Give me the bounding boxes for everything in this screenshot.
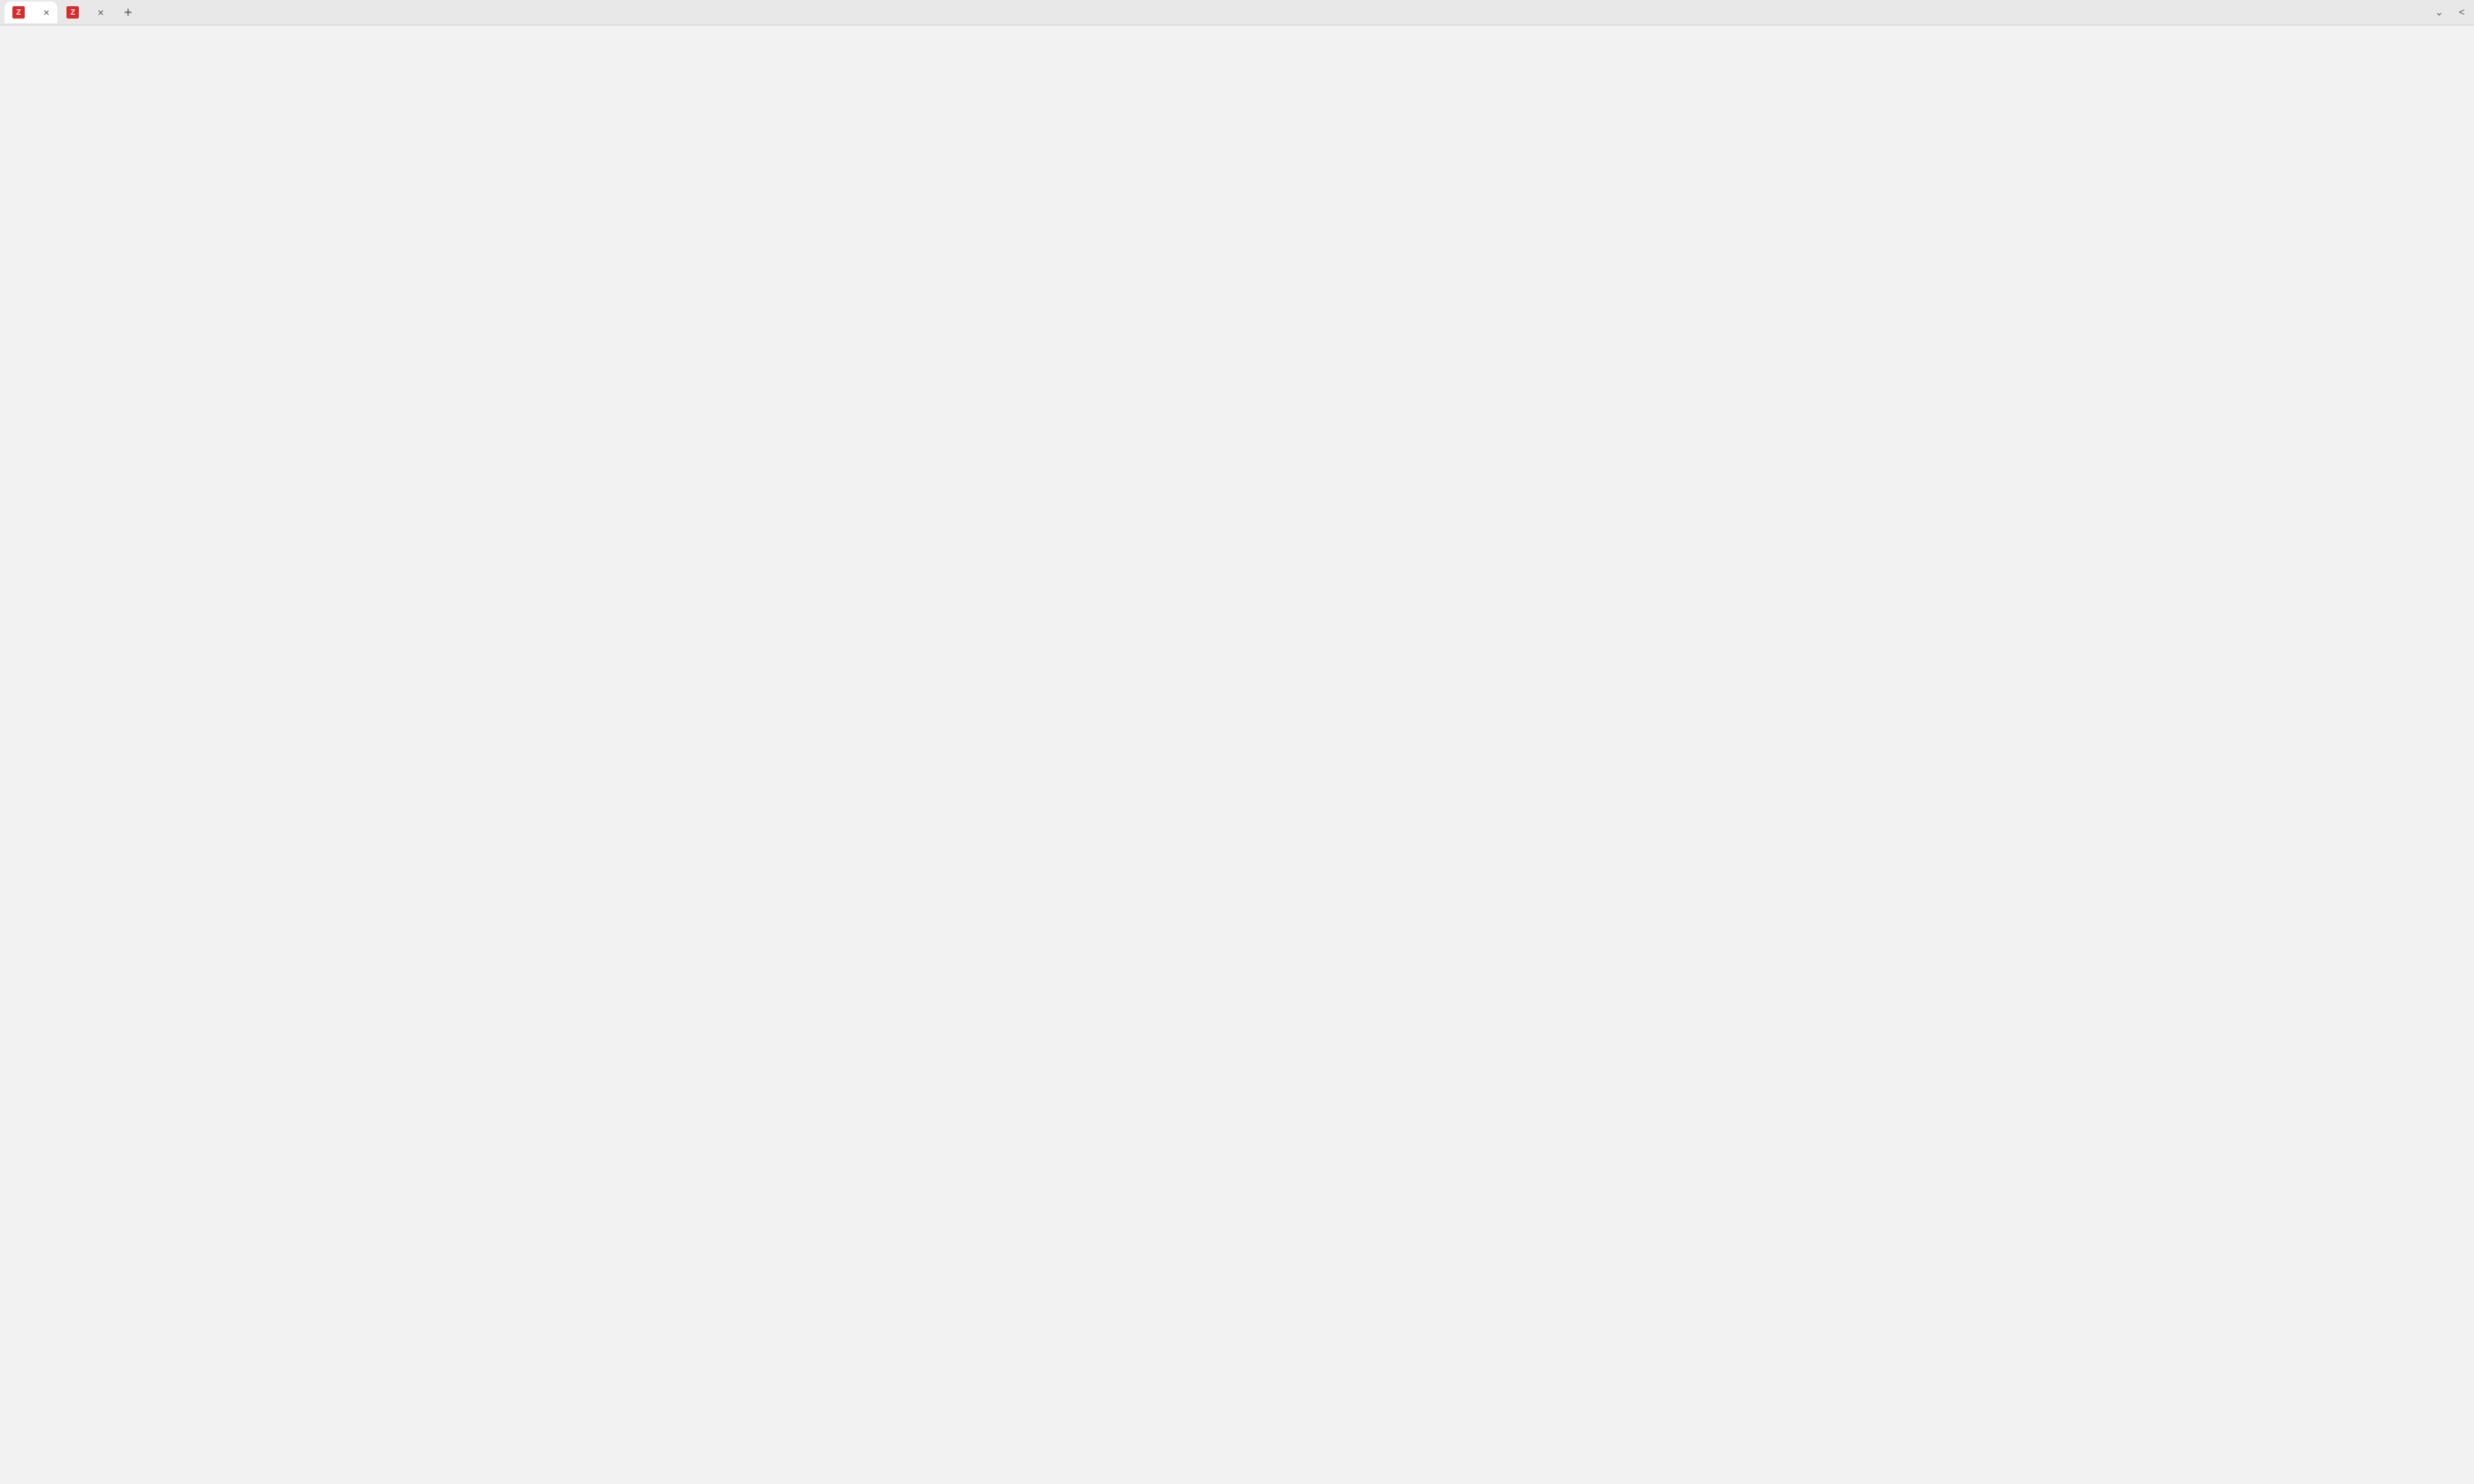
- chevron-down-icon[interactable]: ⌄: [2435, 6, 2444, 19]
- browser-chrome: Z × Z × + ⌄ <: [0, 0, 2474, 26]
- browser-tab-active[interactable]: Z ×: [5, 2, 57, 23]
- browser-tabs: Z × Z × + ⌄ <: [0, 0, 2474, 25]
- tab-close-icon[interactable]: ×: [43, 6, 49, 19]
- favicon-icon: Z: [66, 6, 79, 19]
- tab-close-icon[interactable]: ×: [97, 6, 104, 19]
- new-tab-button[interactable]: +: [119, 5, 137, 21]
- favicon-icon: Z: [12, 6, 25, 19]
- browser-tab[interactable]: Z ×: [59, 2, 111, 23]
- window-controls: ⌄ <: [2435, 6, 2474, 19]
